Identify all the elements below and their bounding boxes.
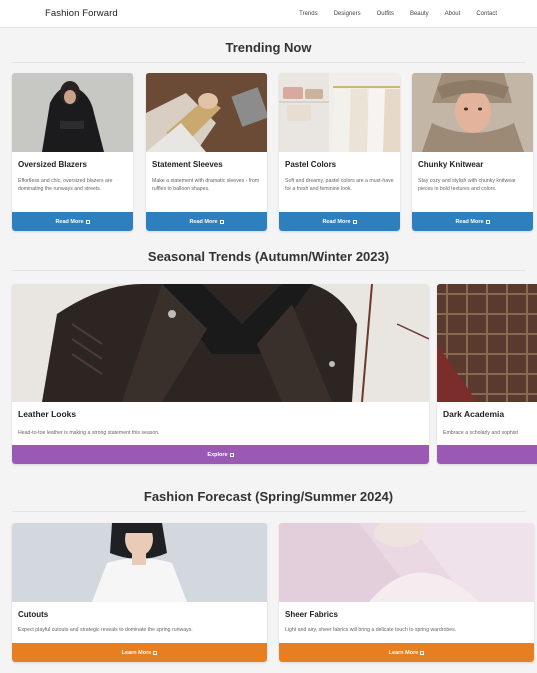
forecast-section-title: Fashion Forecast (Spring/Summer 2024) (143, 489, 394, 504)
brand-logo[interactable]: Fashion Forward (45, 8, 118, 19)
sleeves-image (146, 73, 267, 152)
trend-card-blazers: Oversized Blazers Effortless and chic, o… (12, 73, 133, 231)
cutouts-image (12, 523, 267, 602)
external-link-icon (485, 219, 490, 224)
season-card-dark-academia: Dark Academia Embrace a scholarly and so… (437, 284, 537, 464)
leather-jacket-image (12, 284, 429, 402)
external-link-icon (153, 650, 158, 655)
card-title: Sheer Fabrics (285, 610, 338, 619)
knitwear-image (412, 73, 533, 152)
card-description: Stay cozy and stylish with chunky knitwe… (418, 178, 516, 192)
forecast-card-sheer: Sheer Fabrics Light and airy, sheer fabr… (279, 523, 534, 662)
read-more-button[interactable]: Read More (279, 212, 400, 231)
card-title: Cutouts (18, 610, 49, 619)
explore-button[interactable] (437, 445, 537, 464)
explore-button[interactable]: Explore (12, 445, 429, 464)
nav-link-contact[interactable]: Contact (476, 11, 497, 17)
card-title: Statement Sleeves (152, 160, 223, 169)
read-more-button[interactable]: Read More (412, 212, 533, 231)
card-description: Effortless and chic, oversized blazers a… (18, 178, 113, 192)
card-title: Dark Academia (443, 409, 505, 419)
button-label: Learn More (388, 649, 419, 656)
trend-card-knitwear: Chunky Knitwear Stay cozy and stylish wi… (412, 73, 533, 231)
learn-more-button[interactable]: Learn More (279, 643, 534, 662)
card-description: Make a statement with dramatic sleeves -… (152, 178, 260, 192)
nav-link-outfits[interactable]: Outfits (377, 11, 394, 17)
external-link-icon (229, 452, 234, 457)
external-link-icon (85, 219, 90, 224)
read-more-button[interactable]: Read More (12, 212, 133, 231)
season-card-leather: Leather Looks Head-to-toe leather is mak… (12, 284, 429, 464)
trending-section-title: Trending Now (225, 40, 312, 55)
button-label: Read More (455, 218, 484, 225)
nav-link-beauty[interactable]: Beauty (410, 11, 429, 17)
nav-link-trends[interactable]: Trends (299, 11, 317, 17)
card-title: Chunky Knitwear (418, 160, 484, 169)
trend-card-sleeves: Statement Sleeves Make a statement with … (146, 73, 267, 231)
card-title: Oversized Blazers (18, 160, 87, 169)
card-description: Head-to-toe leather is making a strong s… (18, 430, 160, 436)
sheer-fabric-image (279, 523, 534, 602)
plaid-coat-image (437, 284, 537, 402)
learn-more-button[interactable]: Learn More (12, 643, 267, 662)
read-more-button[interactable]: Read More (146, 212, 267, 231)
card-description: Light and airy, sheer fabrics will bring… (285, 627, 457, 633)
pastel-closet-image (279, 73, 400, 152)
button-label: Learn More (121, 649, 152, 656)
card-description: Soft and dreamy, pastel colors are a mus… (285, 178, 394, 192)
card-description: Expect playful cutouts and strategic rev… (18, 627, 193, 633)
seasonal-section-title: Seasonal Trends (Autumn/Winter 2023) (147, 249, 390, 264)
nav-link-designers[interactable]: Designers (334, 11, 361, 17)
button-label: Read More (55, 218, 84, 225)
trend-card-pastel: Pastel Colors Soft and dreamy, pastel co… (279, 73, 400, 231)
nav-links: Trends Designers Outfits Beauty About Co… (283, 11, 497, 17)
card-title: Pastel Colors (285, 160, 337, 169)
trending-divider (0, 62, 537, 63)
nav-link-about[interactable]: About (445, 11, 461, 17)
forecast-card-cutouts: Cutouts Expect playful cutouts and strat… (12, 523, 267, 662)
navbar: Fashion Forward Trends Designers Outfits… (0, 0, 537, 28)
button-label: Read More (322, 218, 351, 225)
button-label: Read More (189, 218, 218, 225)
blazer-image (12, 73, 133, 152)
button-label: Explore (207, 451, 228, 458)
card-title: Leather Looks (18, 409, 77, 419)
card-description: Embrace a scholarly and sophist (443, 430, 518, 436)
external-link-icon (352, 219, 357, 224)
seasonal-divider (0, 270, 537, 271)
forecast-divider (0, 511, 537, 512)
external-link-icon (420, 650, 425, 655)
external-link-icon (219, 219, 224, 224)
